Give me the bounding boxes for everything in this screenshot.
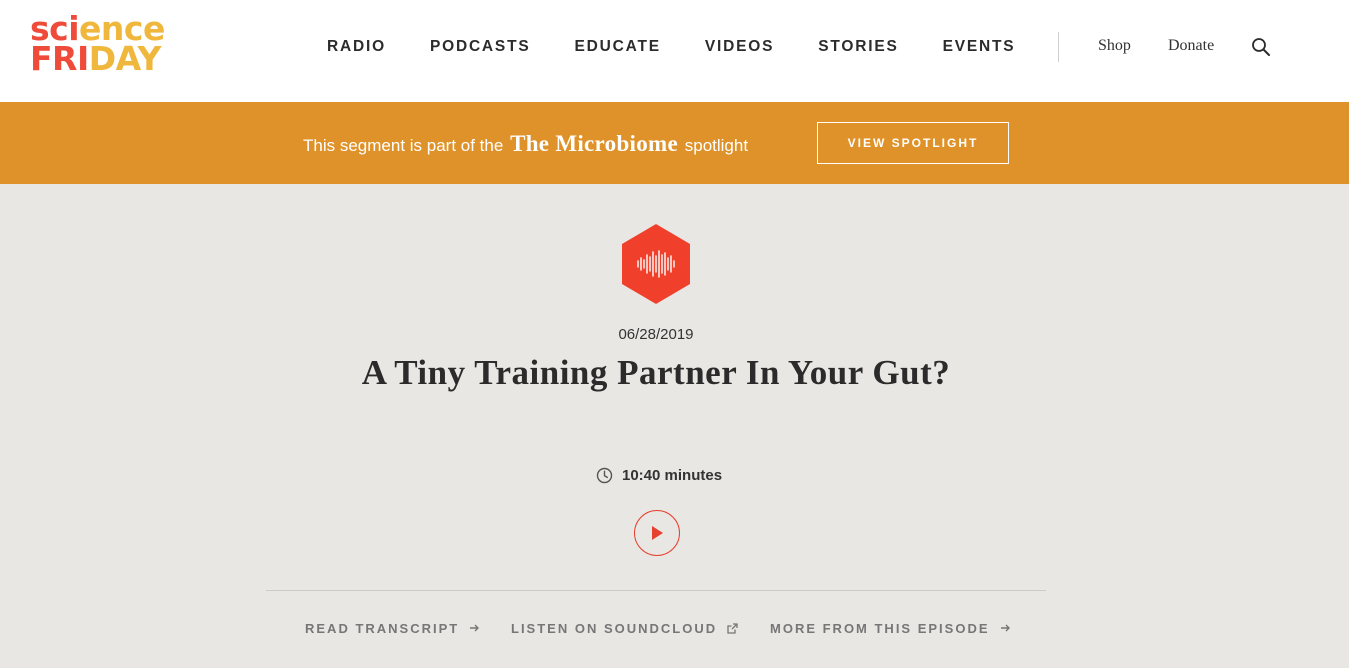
listen-on-soundcloud-link[interactable]: LISTEN ON SOUNDCLOUD <box>511 620 738 636</box>
external-link-icon <box>727 622 738 634</box>
science-friday-logo[interactable]: science FRIDAY <box>30 12 200 80</box>
play-icon <box>652 526 663 540</box>
play-button[interactable] <box>634 510 680 556</box>
divider <box>266 590 1046 591</box>
nav-item-radio[interactable]: RADIO <box>327 38 386 56</box>
segment-date: 06/28/2019 <box>618 326 694 343</box>
shop-link[interactable]: Shop <box>1098 37 1131 55</box>
more-from-this-episode-label: MORE FROM THIS EPISODE <box>770 620 990 636</box>
read-transcript-link[interactable]: READ TRANSCRIPT <box>305 620 480 636</box>
main-nav: RADIO PODCASTS EDUCATE VIDEOS STORIES EV… <box>305 36 1037 58</box>
nav-item-videos[interactable]: VIDEOS <box>705 38 774 56</box>
clock-icon <box>596 467 613 483</box>
read-transcript-label: READ TRANSCRIPT <box>305 620 460 636</box>
logo-line-2: FRIDAY <box>30 42 200 75</box>
spotlight-banner: This segment is part of the The Microbio… <box>0 102 1349 184</box>
audio-waveform-hexagon-icon <box>620 224 692 304</box>
view-spotlight-button[interactable]: VIEW SPOTLIGHT <box>817 122 1009 164</box>
spotlight-prefix: This segment is part of the <box>303 136 504 155</box>
logo-text-fri: FRI <box>30 39 89 78</box>
nav-divider <box>1058 32 1059 62</box>
search-icon[interactable] <box>1251 37 1271 57</box>
spotlight-name: The Microbiome <box>510 131 679 156</box>
segment-duration: 10:40 minutes <box>596 466 722 484</box>
listen-on-soundcloud-label: LISTEN ON SOUNDCLOUD <box>511 620 718 636</box>
duration-text: 10:40 minutes <box>622 466 723 484</box>
segment-title: A Tiny Training Partner In Your Gut? <box>361 353 951 392</box>
nav-item-events[interactable]: EVENTS <box>943 38 1016 56</box>
nav-item-podcasts[interactable]: PODCASTS <box>430 38 531 56</box>
arrow-right-icon <box>1000 623 1011 633</box>
arrow-right-icon <box>469 623 480 633</box>
donate-link[interactable]: Donate <box>1168 37 1214 55</box>
logo-text-day: DAY <box>88 39 162 78</box>
more-from-this-episode-link[interactable]: MORE FROM THIS EPISODE <box>770 620 1011 636</box>
site-header: science FRIDAY RADIO PODCASTS EDUCATE VI… <box>0 0 1349 102</box>
nav-item-stories[interactable]: STORIES <box>818 38 898 56</box>
nav-item-educate[interactable]: EDUCATE <box>574 38 660 56</box>
spotlight-suffix: spotlight <box>684 136 749 155</box>
spotlight-message: This segment is part of the The Microbio… <box>303 131 748 157</box>
